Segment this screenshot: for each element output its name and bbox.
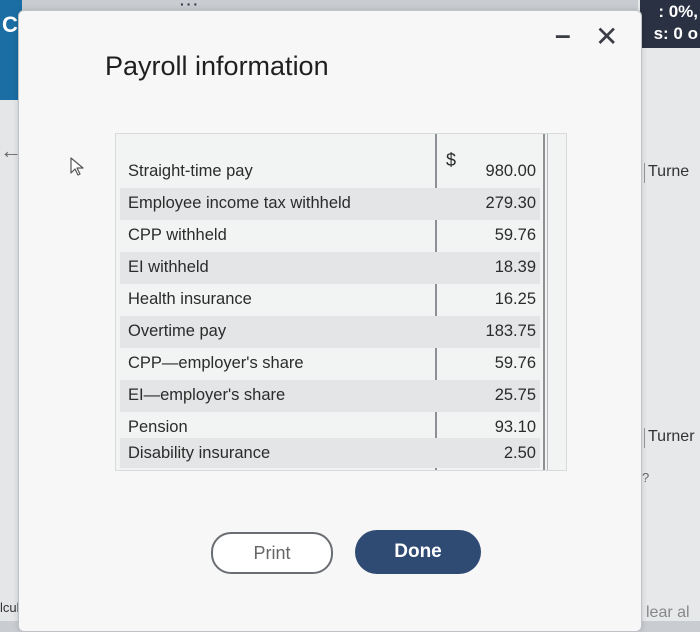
background-score-line: : 0%,	[658, 2, 698, 21]
table-row: EI withheld 18.39	[120, 252, 540, 284]
row-label: EI withheld	[128, 258, 209, 276]
row-value: 59.76	[494, 354, 536, 372]
dialog-title: Payroll information	[105, 51, 329, 81]
row-label: CPP—employer's share	[128, 354, 304, 372]
background-right-header: : 0%, s: 0 o	[640, 0, 700, 48]
background-turner-label: Turner	[648, 428, 695, 445]
row-value: 59.76	[494, 226, 536, 244]
background-right-panel	[638, 0, 700, 621]
row-label: Straight-time pay	[128, 162, 253, 180]
payroll-table: $ Straight-time pay 980.00 Employee inco…	[115, 133, 567, 471]
column-divider	[543, 134, 545, 470]
row-value: 279.30	[485, 194, 536, 212]
row-label: Disability insurance	[128, 444, 271, 462]
table-row: Straight-time pay 980.00	[120, 156, 540, 188]
row-label: Health insurance	[128, 290, 252, 308]
row-label: Overtime pay	[128, 322, 227, 340]
minimize-button[interactable]: –	[555, 21, 571, 49]
row-label: Pension	[128, 418, 188, 436]
background-divider	[644, 428, 645, 448]
row-value: 25.75	[494, 386, 536, 404]
close-button[interactable]: ✕	[595, 23, 618, 51]
table-row: CPP withheld 59.76	[120, 220, 540, 252]
row-value: 2.50	[503, 444, 536, 462]
table-row: EI—employer's share 25.75	[120, 380, 540, 412]
row-value: 16.25	[494, 290, 536, 308]
column-divider	[547, 134, 548, 470]
background-score-line: s: 0 o	[653, 24, 698, 43]
table-row: CPP—employer's share 59.76	[120, 348, 540, 380]
table-row: Health insurance 16.25	[120, 284, 540, 316]
table-row: Overtime pay 183.75	[120, 316, 540, 348]
mouse-cursor-icon	[70, 157, 84, 176]
row-label: Employee income tax withheld	[128, 194, 351, 212]
row-label: EI—employer's share	[128, 386, 286, 404]
background-clear-all-button[interactable]: lear al	[646, 604, 690, 622]
background-turner-label: Turne	[648, 163, 690, 180]
row-value: 93.10	[494, 418, 536, 436]
row-value: 980.00	[485, 162, 536, 180]
done-button[interactable]: Done	[355, 530, 481, 574]
table-row: Employee income tax withheld 279.30	[120, 188, 540, 220]
row-label: CPP withheld	[128, 226, 227, 244]
background-question-mark: ?	[642, 470, 650, 485]
payroll-information-dialog: – ✕ Payroll information $ Straight-time …	[18, 10, 642, 632]
background-divider	[644, 163, 645, 183]
row-value: 18.39	[494, 258, 536, 276]
row-value: 183.75	[485, 322, 536, 340]
background-question-title: ···	[180, 0, 200, 12]
print-button[interactable]: Print	[211, 532, 333, 574]
table-row: Disability insurance 2.50	[120, 438, 540, 468]
